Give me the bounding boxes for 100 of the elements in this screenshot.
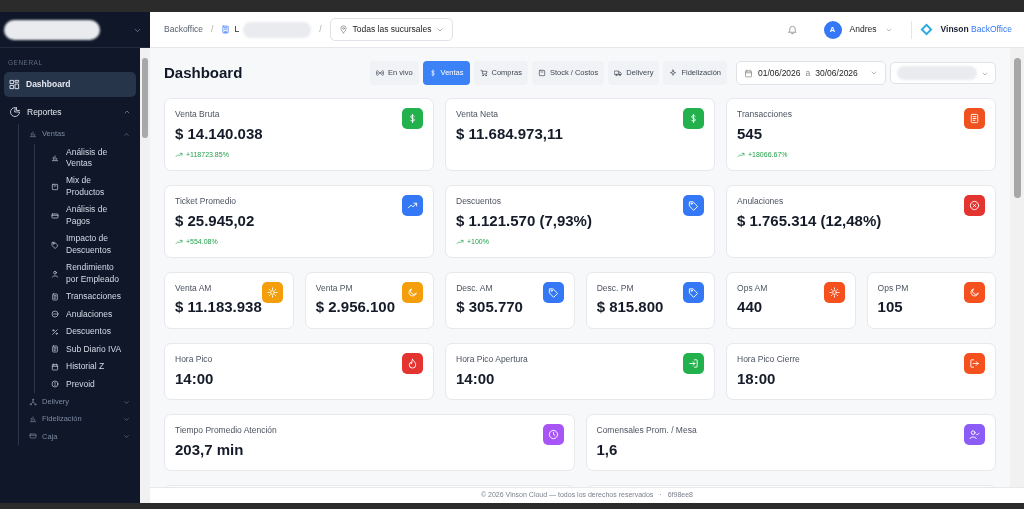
- moon-icon: [969, 286, 980, 298]
- sidebar-item[interactable]: Impacto de Descuentos: [45, 230, 136, 260]
- kpi-value: 18:00: [737, 368, 777, 389]
- kpi-value: $ 1.765.314 (12,48%): [737, 210, 882, 231]
- kpi-value: $ 815.800: [596, 297, 664, 318]
- chevron-down-icon: [123, 398, 130, 406]
- sparkle-icon: [669, 69, 678, 77]
- kpi-label: Comensales Prom. / Mesa: [596, 424, 697, 437]
- chevron-down-icon: [123, 433, 130, 440]
- broadcast-icon: [375, 69, 384, 77]
- sidebar-group[interactable]: Reportes: [4, 96, 136, 125]
- network-icon: [29, 397, 37, 406]
- receipt-icon: [51, 292, 59, 301]
- chevron-down-icon: [123, 415, 130, 423]
- kpi-value: $ 11.684.973,11: [456, 123, 563, 144]
- kpi-label: Ops AM: [737, 281, 768, 295]
- trend-up-icon: [456, 238, 464, 247]
- dollar-icon: [688, 113, 699, 124]
- logout-icon: [969, 357, 980, 369]
- trend-up-icon: [175, 151, 183, 160]
- kpi-value: 14:00: [175, 368, 214, 389]
- scrollbar[interactable]: [140, 48, 150, 503]
- breadcrumb-link[interactable]: L: [234, 23, 240, 36]
- location-pin-icon: [338, 25, 348, 35]
- sidebar-item[interactable]: Análisis de Ventas: [45, 143, 136, 173]
- kpi-label: Tiempo Promedio Atención: [175, 424, 277, 437]
- sidebar-item[interactable]: Anulaciones: [45, 305, 136, 324]
- bar-chart-icon: [29, 129, 37, 138]
- kpi-label: Transacciones: [737, 108, 792, 121]
- sun-icon: [828, 286, 840, 298]
- user-menu[interactable]: Andres: [849, 23, 877, 36]
- flame-icon: [407, 357, 418, 369]
- building-icon: [221, 25, 231, 34]
- dollar-icon: [428, 69, 437, 77]
- chevron-up-icon: [123, 130, 130, 138]
- select-field[interactable]: [890, 62, 996, 84]
- minus-circle-icon: [51, 310, 59, 319]
- notification-icon: [786, 24, 798, 36]
- card-icon: [29, 432, 37, 441]
- kpi-label: Ops PM: [877, 281, 909, 295]
- bar-chart-icon: [29, 414, 37, 423]
- kpi-value: 1,6: [596, 439, 619, 460]
- sidebar-item[interactable]: Análisis de Pagos: [45, 201, 136, 231]
- date-range-field[interactable]: 01/06/2026 a 30/06/2026: [736, 60, 886, 86]
- sidebar-item[interactable]: Descuentos: [45, 323, 136, 341]
- brand-name: Vinson BackOffice: [940, 23, 1012, 36]
- pie-chart-icon: [9, 105, 21, 118]
- card-icon: [51, 211, 59, 220]
- kpi-label: Hora Pico Apertura: [456, 352, 528, 366]
- truck-icon: [614, 69, 623, 77]
- kpi-label: Hora Pico: [175, 352, 214, 366]
- sidebar-item[interactable]: Sub Diario IVA: [45, 340, 136, 359]
- box-icon: [537, 69, 546, 77]
- tag-icon: [51, 240, 59, 249]
- user-icon: [51, 269, 59, 278]
- kpi-label: Venta Neta: [456, 108, 500, 121]
- kpi-value: $ 305.770: [456, 297, 523, 318]
- kpi-value: 14:00: [456, 368, 496, 389]
- breadcrumb-link[interactable]: Backoffice: [164, 23, 204, 36]
- tag-icon: [547, 286, 559, 298]
- login-icon: [688, 357, 699, 369]
- sidebar-item[interactable]: Dashboard: [4, 71, 136, 97]
- kpi-value: $ 14.140.038: [175, 123, 263, 144]
- kpi-value: 440: [737, 297, 764, 318]
- calendar-icon: [744, 68, 753, 78]
- tag-icon: [688, 199, 699, 211]
- branch-select[interactable]: Todas las sucursales: [329, 18, 454, 41]
- bar-chart-icon: [51, 153, 59, 162]
- cart-icon: [479, 69, 488, 77]
- kpi-label: Ticket Promedio: [175, 194, 238, 208]
- receipt-icon: [51, 345, 59, 354]
- breadcrumb-separator: /: [319, 23, 322, 36]
- sidebar-item[interactable]: Transacciones: [45, 288, 136, 306]
- alert-icon: [51, 380, 59, 389]
- trend-up-icon: [737, 151, 745, 160]
- page-title: Dashboard: [164, 62, 243, 83]
- kpi-label: Venta Bruta: [175, 108, 221, 121]
- tag-icon: [688, 286, 700, 298]
- kpi-value: $ 2.956.100: [315, 297, 395, 318]
- kpi-label: Hora Pico Cierre: [737, 352, 800, 366]
- kpi-value: $ 11.183.938: [175, 297, 262, 318]
- sidebar-item[interactable]: Prevoid: [45, 375, 136, 393]
- sidebar-item[interactable]: Historial Z: [45, 358, 136, 376]
- sidebar-item[interactable]: Mix de Productos: [45, 172, 136, 202]
- receipt-icon: [969, 113, 980, 124]
- sidebar-item[interactable]: Rendimiento por Empleado: [45, 259, 136, 289]
- kpi-value: $ 1.121.570 (7,93%): [456, 210, 592, 231]
- kpi-value: 105: [877, 297, 904, 318]
- trend-up-icon: [175, 238, 183, 247]
- breadcrumb-separator: /: [211, 23, 214, 36]
- dashboard-icon: [9, 78, 20, 90]
- sun-icon: [266, 286, 278, 298]
- clock-icon: [547, 429, 559, 440]
- kpi-label: Descuentos: [456, 194, 502, 208]
- x-circle-icon: [969, 199, 980, 211]
- scrollbar[interactable]: [1010, 48, 1024, 487]
- logo-icon: [919, 23, 933, 36]
- kpi-label: Anulaciones: [737, 194, 785, 208]
- dollar-icon: [407, 113, 418, 124]
- moon-icon: [407, 286, 419, 298]
